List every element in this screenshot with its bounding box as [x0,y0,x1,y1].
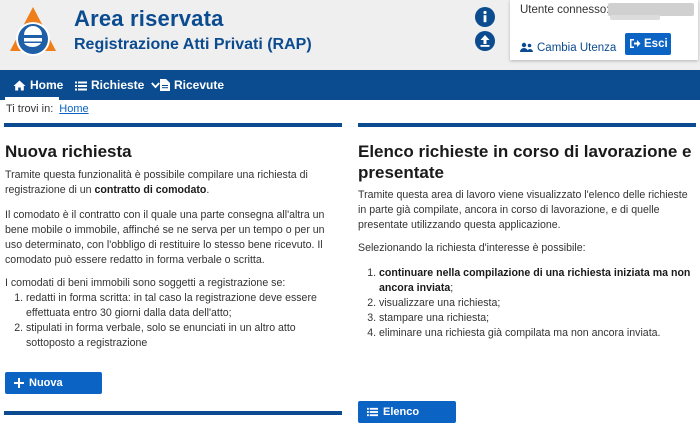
list-item: stampare una richiesta; [379,311,696,326]
upload-button[interactable] [475,31,495,51]
list-item: eliminare una richiesta già compilata ma… [379,326,696,341]
chevron-down-icon [150,82,160,89]
list-item: redatti in forma scritta: in tal caso la… [26,291,343,321]
list-item: visualizzare una richiesta; [379,296,696,311]
cambia-utenza-link[interactable]: Cambia Utenza [520,42,616,54]
elenco-options-intro: Selezionando la richiesta d'interesse è … [358,242,586,254]
page-title: Area riservata [74,6,224,31]
comodati-condizioni: I comodati di beni immobili sono soggett… [5,276,343,351]
user-box: Utente connesso: Cambia Utenza Esci [510,0,698,60]
nav-richieste[interactable]: Richieste [75,70,160,100]
nav-home-label: Home [30,78,64,92]
breadcrumb-prefix: Ti trovi in: [6,103,54,115]
breadcrumb: Ti trovi in: Home [6,103,89,115]
option-tail: ; [450,282,454,294]
file-icon [160,79,170,91]
elenco-options: continuare nella compilazione di una ric… [358,266,696,341]
nav-ricevute-label: Ricevute [174,78,225,92]
elenco-richieste-title: Elenco richieste in corso di lavorazione… [358,142,692,182]
header: Area riservata Registrazione Atti Privat… [0,0,700,70]
intro-end: . [206,184,210,196]
option-bold: continuare nella compilazione di una ric… [379,267,691,294]
nav-ricevute[interactable]: Ricevute [160,70,224,100]
user-label: Utente connesso: [520,4,610,16]
list-item: stipulati in forma verbale, solo se enun… [26,321,343,351]
plus-icon [14,378,24,388]
condizioni-intro: I comodati di beni immobili sono soggett… [5,277,286,289]
options-list: continuare nella compilazione di una ric… [358,266,696,341]
left-section-rule [4,123,342,127]
elenco-richieste-button[interactable]: Elenco richieste [358,401,456,440]
intro-bold: contratto di comodato [94,184,207,196]
list-item: continuare nella compilazione di una ric… [379,266,696,296]
home-icon [13,80,26,91]
main-navbar: Home Richieste Ricevute [0,70,700,100]
comodato-description: Il comodato è il contratto con il quale … [5,209,325,266]
nuova-richiesta-title: Nuova richiesta [5,142,132,161]
nuova-richiesta-intro: Tramite questa funzionalità è possibile … [5,168,343,198]
breadcrumb-home-link[interactable]: Home [59,103,88,115]
cambia-utenza-label: Cambia Utenza [537,42,617,54]
list-icon [367,407,378,417]
left-bottom-rule [4,411,342,415]
upload-icon [480,35,490,47]
user-name-redacted-shadow [610,15,660,20]
users-icon [520,42,533,52]
elenco-intro: Tramite questa area di lavoro viene visu… [358,189,688,231]
info-icon [483,10,487,23]
condizioni-list: redatti in forma scritta: in tal caso la… [5,291,343,351]
nav-richieste-label: Richieste [91,78,145,92]
nav-home[interactable]: Home [13,70,63,100]
nuova-richiesta-button[interactable]: Nuova richiesta [5,372,102,411]
sign-out-icon [630,39,641,48]
page-subtitle: Registrazione Atti Privati (RAP) [74,36,312,53]
agenzia-logo-icon [10,7,56,56]
esci-label: Esci [644,38,668,50]
right-section-rule [358,123,696,127]
info-button[interactable] [475,7,495,27]
nav-home-active-indicator [5,97,59,100]
list-icon [75,81,87,91]
esci-button[interactable]: Esci [625,33,671,55]
